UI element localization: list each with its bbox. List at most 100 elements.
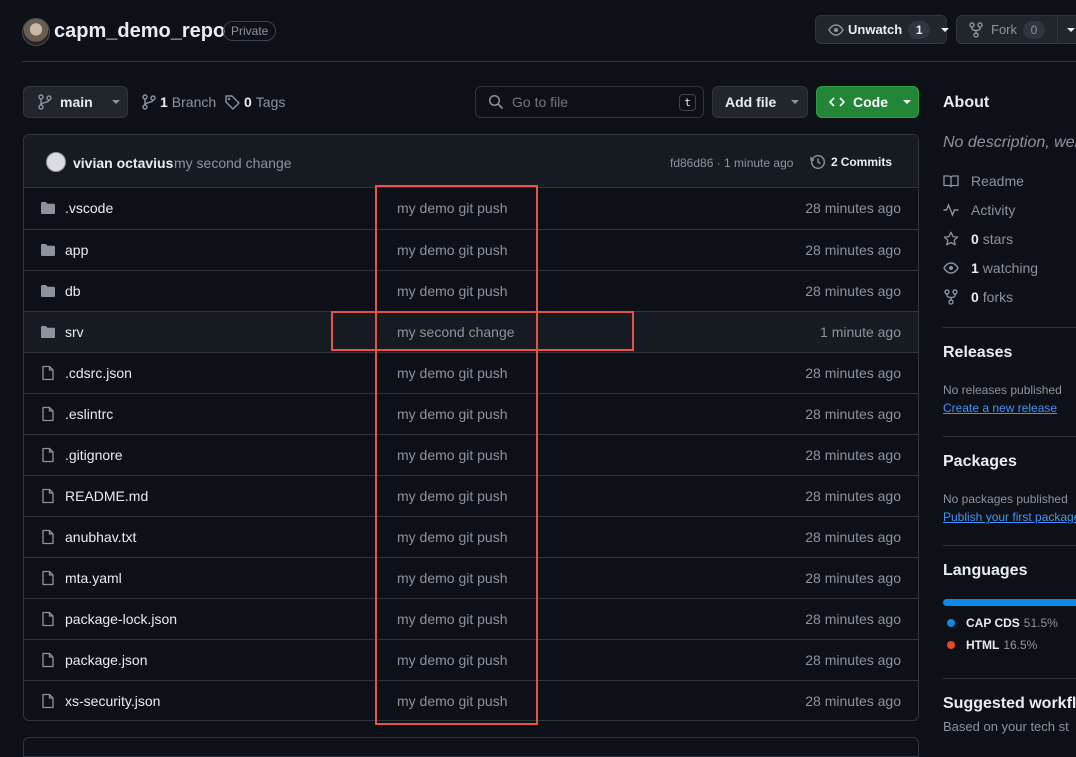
commits-link[interactable]: 2 Commits xyxy=(810,154,892,170)
tags-count: 0 xyxy=(244,94,252,110)
file-row[interactable]: .cdsrc.json my demo git push 28 minutes ag… xyxy=(24,352,918,393)
file-commit-message[interactable]: my demo git push xyxy=(397,488,508,504)
repo-name-link[interactable]: capm_demo_repo xyxy=(54,18,225,44)
language-item-html[interactable]: HTML 16.5% xyxy=(947,638,1037,652)
sidebar-divider xyxy=(943,436,1076,437)
fork-icon xyxy=(969,21,983,38)
code-icon xyxy=(829,94,845,110)
create-release-link[interactable]: Create a new release xyxy=(943,401,1057,415)
watchers-count: 1 xyxy=(908,20,931,39)
publish-package-link[interactable]: Publish your first package xyxy=(943,510,1076,524)
repo-owner-avatar[interactable] xyxy=(22,18,50,46)
language-percent: 16.5% xyxy=(1003,638,1038,652)
file-row[interactable]: .gitignore my demo git push 28 minutes ago xyxy=(24,434,918,475)
file-commit-message[interactable]: my demo git push xyxy=(397,570,508,586)
forks-count-pill: 0 xyxy=(1023,20,1045,39)
file-commit-time: 28 minutes ago xyxy=(805,693,901,709)
file-commit-time: 28 minutes ago xyxy=(805,200,901,216)
stars-label: stars xyxy=(982,231,1014,247)
file-commit-message[interactable]: my demo git push xyxy=(397,242,508,258)
tags-link[interactable]: 0 Tags xyxy=(224,94,285,110)
file-name-link[interactable]: srv xyxy=(65,324,84,340)
file-row[interactable]: app my demo git push 28 minutes ago xyxy=(24,229,918,270)
go-to-file-search[interactable]: t xyxy=(475,86,704,118)
commit-message[interactable]: my second change xyxy=(174,155,292,171)
file-icon xyxy=(40,488,56,504)
file-name-link[interactable]: anubhav.txt xyxy=(65,529,136,545)
branch-selector[interactable]: main xyxy=(23,86,128,118)
file-icon xyxy=(40,570,56,586)
star-icon xyxy=(943,231,959,247)
add-file-button[interactable]: Add file xyxy=(712,86,808,118)
file-row[interactable]: README.md my demo git push 28 minutes ago xyxy=(24,475,918,516)
releases-empty-text: No releases published xyxy=(943,383,1062,397)
file-row[interactable]: xs-security.json my demo git push 28 minut… xyxy=(24,680,918,720)
file-name-link[interactable]: README.md xyxy=(65,488,148,504)
sidebar-divider xyxy=(943,545,1076,546)
file-icon xyxy=(40,611,56,627)
file-name-link[interactable]: .gitignore xyxy=(65,447,123,463)
file-commit-message[interactable]: my demo git push xyxy=(397,200,508,216)
git-branch-icon xyxy=(142,94,156,110)
file-row[interactable]: .eslintrc my demo git push 28 minutes ago xyxy=(24,393,918,434)
commit-sha-time[interactable]: fd86d86 · 1 minute ago xyxy=(670,156,793,170)
history-icon xyxy=(810,154,826,170)
commit-author-avatar[interactable] xyxy=(46,152,66,172)
language-item-cap-cds[interactable]: CAP CDS 51.5% xyxy=(947,616,1058,630)
header-divider xyxy=(22,61,1076,62)
file-icon xyxy=(40,365,56,381)
file-name-link[interactable]: db xyxy=(65,283,81,299)
packages-empty-text: No packages published xyxy=(943,492,1068,506)
file-row[interactable]: srv my second change 1 minute ago xyxy=(24,311,918,352)
file-commit-message[interactable]: my demo git push xyxy=(397,447,508,463)
chevron-down-icon xyxy=(790,99,800,105)
forks-link[interactable]: 0 forks xyxy=(943,289,1013,305)
packages-heading[interactable]: Packages xyxy=(943,453,1017,471)
languages-bar xyxy=(943,599,1076,606)
commit-author[interactable]: vivian octavius xyxy=(73,155,173,171)
file-commit-message[interactable]: my second change xyxy=(397,324,515,340)
file-name-link[interactable]: xs-security.json xyxy=(65,693,160,709)
file-row[interactable]: package.json my demo git push 28 minutes a… xyxy=(24,639,918,680)
latest-commit-bar: vivian octavius my second change fd86d86… xyxy=(24,135,918,188)
search-icon xyxy=(488,94,504,110)
file-commit-message[interactable]: my demo git push xyxy=(397,652,508,668)
code-button[interactable]: Code xyxy=(816,86,919,118)
go-to-file-input[interactable] xyxy=(512,94,662,110)
pulse-icon xyxy=(943,202,959,218)
file-name-link[interactable]: .vscode xyxy=(65,200,113,216)
file-name-link[interactable]: package.json xyxy=(65,652,148,668)
file-name-link[interactable]: app xyxy=(65,242,88,258)
stars-link[interactable]: 0 stars xyxy=(943,231,1013,247)
file-row[interactable]: db my demo git push 28 minutes ago xyxy=(24,270,918,311)
file-commit-message[interactable]: my demo git push xyxy=(397,406,508,422)
fork-button[interactable]: Fork 0 xyxy=(956,15,1076,44)
file-commit-message[interactable]: my demo git push xyxy=(397,693,508,709)
branches-link[interactable]: 1 Branch xyxy=(142,94,216,110)
file-row[interactable]: package-lock.json my demo git push 28 minu… xyxy=(24,598,918,639)
file-name-link[interactable]: mta.yaml xyxy=(65,570,122,586)
file-commit-message[interactable]: my demo git push xyxy=(397,529,508,545)
readme-panel xyxy=(23,737,919,757)
shortcut-key-hint: t xyxy=(679,93,696,111)
file-commit-message[interactable]: my demo git push xyxy=(397,611,508,627)
watching-link[interactable]: 1 watching xyxy=(943,260,1038,276)
file-name-link[interactable]: package-lock.json xyxy=(65,611,177,627)
file-row[interactable]: .vscode my demo git push 28 minutes ago xyxy=(24,188,918,229)
file-commit-time: 28 minutes ago xyxy=(805,365,901,381)
file-row[interactable]: anubhav.txt my demo git push 28 minutes ag… xyxy=(24,516,918,557)
file-name-link[interactable]: .cdsrc.json xyxy=(65,365,132,381)
unwatch-button[interactable]: Unwatch 1 xyxy=(815,15,950,44)
releases-heading[interactable]: Releases xyxy=(943,344,1012,362)
chevron-down-icon xyxy=(902,99,912,105)
eye-icon xyxy=(943,260,959,276)
readme-link[interactable]: Readme xyxy=(943,173,1024,189)
file-name-link[interactable]: .eslintrc xyxy=(65,406,113,422)
file-row[interactable]: mta.yaml my demo git push 28 minutes ago xyxy=(24,557,918,598)
stars-count: 0 xyxy=(971,231,979,247)
file-commit-time: 28 minutes ago xyxy=(805,447,901,463)
file-commit-message[interactable]: my demo git push xyxy=(397,365,508,381)
activity-link[interactable]: Activity xyxy=(943,202,1015,218)
file-commit-message[interactable]: my demo git push xyxy=(397,283,508,299)
watching-label: watching xyxy=(982,260,1039,276)
